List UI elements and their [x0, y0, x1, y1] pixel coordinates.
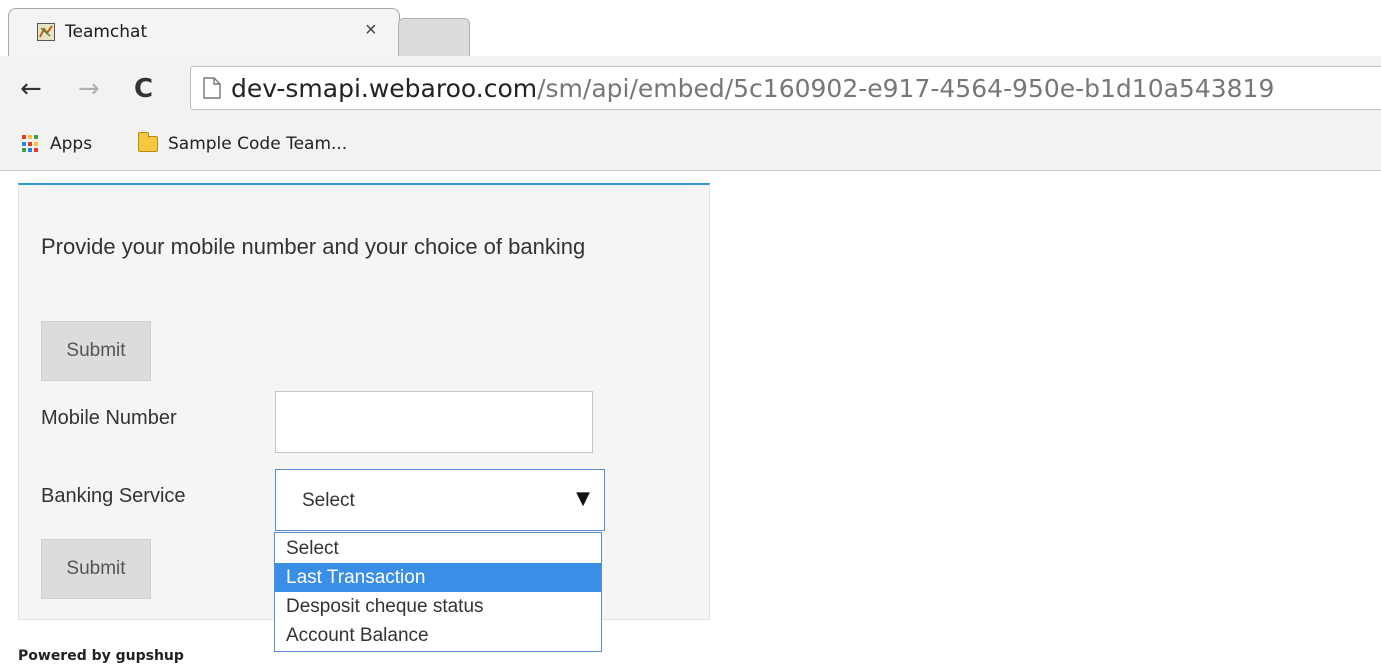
page-icon	[203, 77, 221, 99]
banking-service-label: Banking Service	[41, 485, 186, 507]
bookmark-sample-code-team[interactable]: Sample Code Team...	[138, 132, 348, 154]
back-arrow-icon[interactable]: ←	[20, 76, 42, 102]
tab-title: Teamchat	[65, 22, 148, 42]
reload-icon[interactable]: C	[134, 76, 153, 102]
apps-grid-icon	[22, 135, 40, 153]
bookmarks-bar: Apps Sample Code Team...	[0, 122, 1381, 171]
form-prompt: Provide your mobile number and your choi…	[41, 234, 586, 259]
banking-service-select[interactable]: Select ▼	[275, 469, 605, 531]
address-bar[interactable]: dev-smapi.webaroo.com/sm/api/embed/5c160…	[190, 66, 1381, 110]
teamchat-logo-icon	[37, 23, 55, 41]
chevron-down-icon: ▼	[576, 488, 590, 509]
mobile-number-label: Mobile Number	[41, 407, 177, 429]
dropdown-option[interactable]: Select	[275, 534, 601, 563]
forward-arrow-icon[interactable]: →	[78, 76, 100, 102]
submit-button-top[interactable]: Submit	[41, 321, 151, 381]
new-tab-button[interactable]	[398, 18, 470, 56]
close-icon[interactable]: ×	[365, 20, 377, 40]
bookmark-apps[interactable]: Apps	[22, 134, 92, 154]
url-path: /sm/api/embed/5c160902-e917-4564-950e-b1…	[537, 74, 1275, 103]
mobile-number-input[interactable]	[275, 391, 593, 453]
bookmark-apps-label: Apps	[50, 134, 93, 154]
url-text: dev-smapi.webaroo.com/sm/api/embed/5c160…	[231, 74, 1274, 103]
select-current-value: Select	[302, 490, 355, 511]
dropdown-option[interactable]: Desposit cheque status	[275, 592, 601, 621]
bookmark-folder-label: Sample Code Team...	[168, 134, 348, 154]
url-host: dev-smapi.webaroo.com	[231, 74, 538, 103]
folder-icon	[138, 132, 158, 152]
browser-tab-teamchat[interactable]: Teamchat ×	[8, 8, 400, 56]
browser-tabstrip: Teamchat ×	[0, 0, 1381, 57]
dropdown-option[interactable]: Last Transaction	[275, 563, 601, 592]
dropdown-option[interactable]: Account Balance	[275, 621, 601, 650]
browser-toolbar: ← → C dev-smapi.webaroo.com/sm/api/embed…	[0, 56, 1381, 122]
banking-service-dropdown: Select Last Transaction Desposit cheque …	[274, 532, 602, 652]
submit-button-bottom[interactable]: Submit	[41, 539, 151, 599]
powered-by-footer: Powered by gupshup	[18, 648, 184, 664]
